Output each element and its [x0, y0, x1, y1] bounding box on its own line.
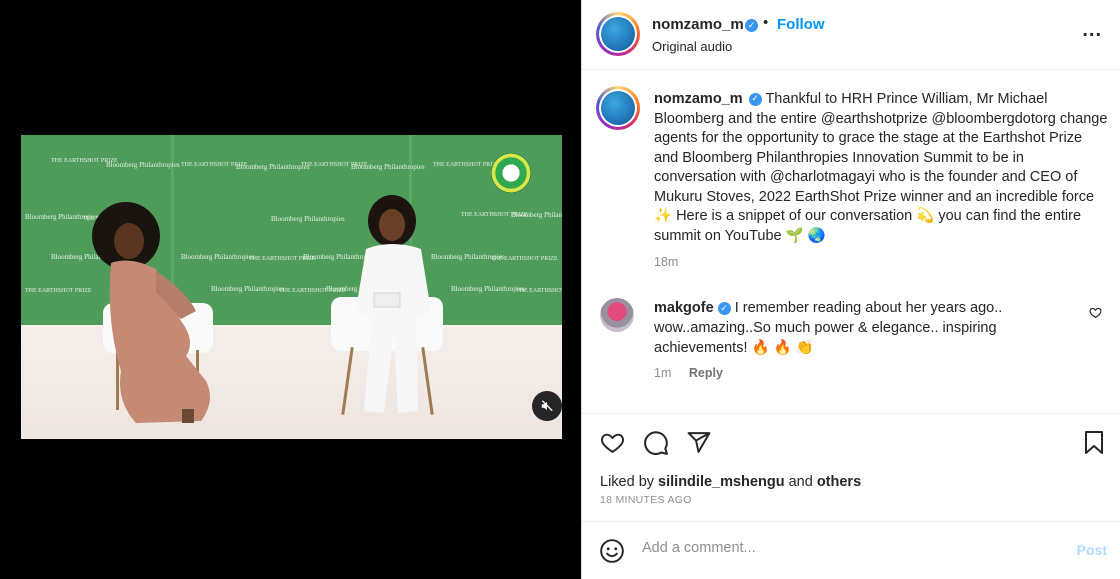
earthshot-logo	[491, 153, 531, 193]
bookmark-icon[interactable]	[1083, 430, 1105, 455]
backdrop-brand-text: Bloomberg Philanthropies	[236, 163, 310, 171]
muted-speaker-icon	[541, 400, 553, 412]
add-comment-input[interactable]	[642, 540, 1042, 556]
add-comment-bar: Post	[582, 521, 1120, 579]
author-avatar[interactable]	[596, 12, 640, 56]
likes-prefix: Liked by	[600, 474, 655, 490]
share-icon[interactable]	[686, 430, 712, 455]
heart-icon[interactable]	[599, 430, 626, 455]
separator-dot: •	[763, 14, 769, 31]
caption-timestamp[interactable]: 18m	[654, 255, 678, 269]
post-comment-button[interactable]: Post	[1077, 542, 1107, 558]
post-header: nomzamo_m ✓ • Follow Original audio ...	[582, 0, 1120, 70]
likes-and: and	[788, 474, 813, 490]
comment-text: makgofe ✓ I remember reading about her y…	[654, 298, 1074, 358]
speaker-left-figure	[92, 202, 210, 423]
original-audio-link[interactable]: Original audio	[652, 39, 732, 54]
speaker-right-figure	[356, 195, 431, 413]
post-actions-bar	[582, 413, 1120, 473]
reply-button[interactable]: Reply	[689, 366, 723, 380]
backdrop-brand-text: Bloomberg Philanthropies	[511, 211, 562, 219]
backdrop-brand-text: Bloomberg Philanthropies	[271, 215, 345, 223]
more-options-icon[interactable]: ...	[1082, 20, 1102, 40]
comment-icon[interactable]	[643, 430, 669, 456]
likes-others-link[interactable]: others	[817, 474, 861, 490]
backdrop-brand-text: Bloomberg Philanthropies	[451, 285, 525, 293]
post-timestamp[interactable]: 18 MINUTES AGO	[600, 494, 692, 506]
post-details-pane: nomzamo_m ✓ • Follow Original audio ... …	[581, 0, 1120, 579]
caption-author-avatar[interactable]	[596, 86, 640, 130]
verified-badge-icon: ✓	[745, 19, 758, 32]
backdrop-brand-text: THE EARTHSHOT PRIZE	[25, 288, 92, 294]
backdrop-brand-text: THE EARTHSHOT PRIZE	[516, 288, 562, 294]
backdrop-brand-text: Bloomberg Philanthropies	[351, 163, 425, 171]
caption-text: nomzamo_m ✓ Thankful to HRH Prince Willi…	[654, 90, 1109, 246]
follow-button[interactable]: Follow	[777, 16, 825, 33]
likes-summary: Liked by silindile_mshengu and others	[600, 474, 861, 490]
liked-by-user-link[interactable]: silindile_mshengu	[658, 474, 785, 490]
comment-meta: 1m Reply	[654, 366, 723, 380]
commenter-username[interactable]: makgofe	[654, 300, 714, 316]
mute-toggle-button[interactable]	[532, 391, 562, 421]
comment-timestamp: 1m	[654, 366, 672, 380]
verified-badge-icon: ✓	[748, 92, 762, 106]
instagram-post-viewer: THE EARTHSHOT PRIZE Bloomberg Philanthro…	[0, 0, 1120, 579]
comment-like-heart-icon[interactable]	[1089, 306, 1102, 319]
caption-username[interactable]: nomzamo_m	[654, 91, 743, 107]
verified-badge-icon: ✓	[717, 301, 731, 315]
media-pane: THE EARTHSHOT PRIZE Bloomberg Philanthro…	[0, 0, 581, 579]
author-username[interactable]: nomzamo_m	[652, 16, 744, 33]
commenter-avatar[interactable]	[600, 298, 634, 332]
backdrop-brand-text: THE EARTHSHOT PRIZE	[433, 162, 500, 168]
video-player[interactable]: THE EARTHSHOT PRIZE Bloomberg Philanthro…	[21, 135, 562, 439]
backdrop-brand-text: THE EARTHSHOT PRIZE	[491, 256, 558, 262]
backdrop-brand-text: Bloomberg Philanthropies	[106, 161, 180, 169]
emoji-icon[interactable]	[599, 538, 625, 564]
caption-body: Thankful to HRH Prince William, Mr Micha…	[654, 91, 1108, 244]
